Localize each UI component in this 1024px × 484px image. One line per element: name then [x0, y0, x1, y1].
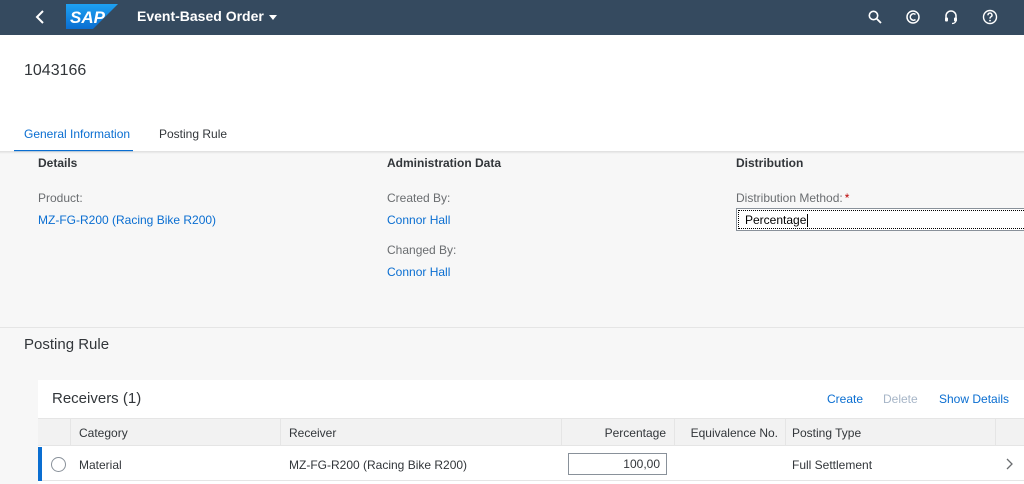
row-highlight: [38, 447, 42, 481]
create-button[interactable]: Create: [827, 392, 863, 406]
caret-down-icon: [268, 14, 277, 20]
created-by-link[interactable]: Connor Hall: [387, 213, 450, 227]
receivers-table-title: Receivers (1): [52, 390, 142, 407]
chevron-right-icon[interactable]: [1004, 457, 1016, 471]
help-button[interactable]: [980, 7, 1000, 27]
posting-rule-section-title: Posting Rule: [24, 336, 110, 353]
header-shadow: [0, 151, 1024, 154]
back-icon: [35, 10, 44, 24]
column-separator: [70, 419, 71, 445]
back-button[interactable]: [28, 6, 52, 28]
delete-button[interactable]: Delete: [883, 392, 918, 406]
app-title: Event-Based Order: [137, 8, 264, 24]
tab-posting-rule[interactable]: Posting Rule: [159, 127, 227, 152]
administration-data-heading: Administration Data: [387, 156, 502, 170]
changed-by-link[interactable]: Connor Hall: [387, 265, 450, 279]
column-header-percentage[interactable]: Percentage: [568, 426, 666, 440]
tab-label: Posting Rule: [159, 127, 228, 141]
created-by-label: Created By:: [387, 191, 451, 205]
column-header-category[interactable]: Category: [79, 426, 128, 440]
column-header-posting-type[interactable]: Posting Type: [792, 426, 861, 440]
column-separator: [785, 419, 786, 445]
headset-icon: [945, 10, 957, 25]
column-separator: [561, 419, 562, 445]
copilot-button[interactable]: [903, 7, 923, 27]
text-cursor: [807, 214, 809, 228]
table-header: Category Receiver Percentage Equivalence…: [38, 418, 1024, 446]
row-select-radio[interactable]: [51, 457, 66, 472]
support-button[interactable]: [941, 7, 961, 27]
column-separator: [280, 419, 281, 445]
object-id-title: 1043166: [24, 62, 87, 79]
search-icon: [868, 10, 882, 24]
distribution-method-input[interactable]: Percentage: [736, 208, 1024, 231]
distribution-method-value: Percentage: [745, 213, 807, 227]
changed-by-label: Changed By:: [387, 243, 457, 257]
svg-text:SAP: SAP: [70, 8, 106, 27]
object-header: 1043166 General Information Posting Rule: [0, 35, 1024, 152]
column-separator: [674, 419, 675, 445]
receivers-table: Receivers (1) Create Delete Show Details…: [38, 380, 1024, 484]
cell-category: Material: [79, 458, 122, 472]
details-heading: Details: [38, 156, 78, 170]
distribution-method-field-inner: Percentage: [738, 210, 1024, 229]
show-details-button[interactable]: Show Details: [939, 392, 1009, 406]
section-divider: [0, 327, 1024, 328]
tab-general-information[interactable]: General Information: [14, 127, 134, 152]
app-title-menu[interactable]: Event-Based Order: [137, 8, 277, 24]
column-header-receiver[interactable]: Receiver: [289, 426, 336, 440]
distribution-method-label-text: Distribution Method:: [736, 191, 843, 205]
tab-label: General Information: [24, 127, 131, 141]
copilot-icon: [906, 10, 920, 24]
cell-receiver: MZ-FG-R200 (Racing Bike R200): [289, 458, 468, 472]
percentage-input[interactable]: 100,00: [568, 453, 667, 475]
required-marker: *: [844, 191, 850, 205]
search-button[interactable]: [865, 7, 885, 27]
help-icon: [982, 9, 998, 25]
product-link[interactable]: MZ-FG-R200 (Racing Bike R200): [38, 213, 216, 227]
table-row[interactable]: Material MZ-FG-R200 (Racing Bike R200) 1…: [38, 447, 1024, 481]
distribution-method-label: Distribution Method: *: [736, 191, 849, 205]
sap-logo[interactable]: SAP: [66, 4, 118, 29]
product-label: Product:: [38, 191, 83, 205]
tab-bar: General Information Posting Rule: [0, 115, 1024, 152]
shell-bar: SAP Event-Based Order: [0, 0, 1024, 35]
column-separator: [995, 419, 996, 445]
cell-posting-type: Full Settlement: [792, 458, 873, 472]
column-header-equivalence-no[interactable]: Equivalence No.: [680, 426, 778, 440]
distribution-heading: Distribution: [736, 156, 804, 170]
